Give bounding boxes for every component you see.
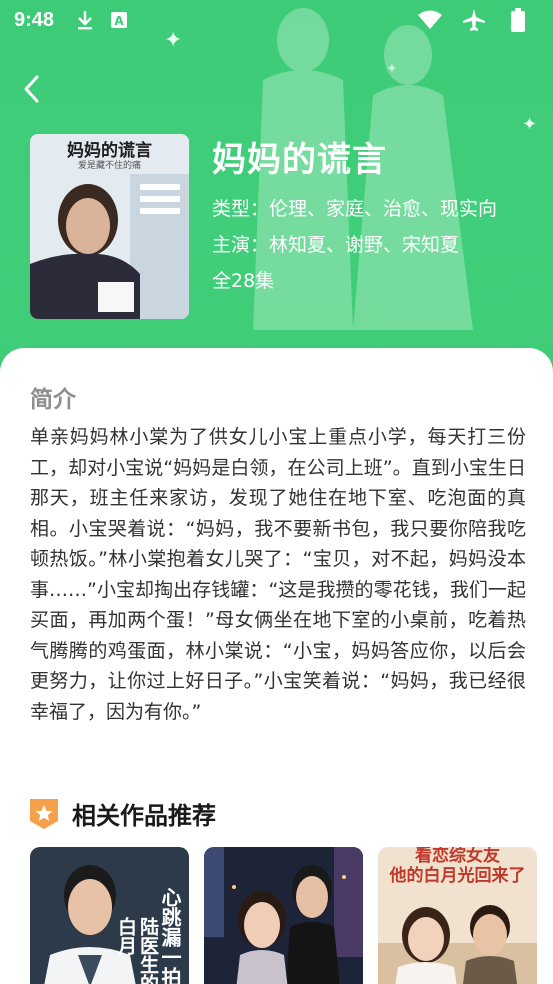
- recommendation-card[interactable]: 看恋综女友 他的白月光回来了: [378, 847, 537, 984]
- drama-genre: 类型：伦理、家庭、治愈、现实向: [212, 198, 498, 220]
- recommendation-card[interactable]: 心跳漏一拍 陆医生的白月: [30, 847, 189, 984]
- card-overlay-text: 心跳漏一拍: [158, 887, 182, 984]
- star-badge-icon: [30, 798, 58, 829]
- svg-text:A: A: [114, 14, 124, 28]
- drama-info: 妈妈的谎言 类型：伦理、家庭、治愈、现实向 主演：林知夏、谢野、宋知夏 全28集: [212, 132, 497, 299]
- recommendations-header: 相关作品推荐: [30, 796, 216, 831]
- synopsis-text: 单亲妈妈林小棠为了供女儿小宝上重点小学，每天打三份工，却对小宝说“妈妈是白领，在…: [30, 426, 526, 723]
- drama-cast: 主演：林知夏、谢野、宋知夏: [212, 234, 460, 256]
- battery-icon: [505, 7, 531, 33]
- status-time: 9:48: [14, 8, 55, 31]
- poster-subtitle: 爱是藏不住的痛: [77, 161, 141, 171]
- download-icon: [72, 7, 98, 33]
- hero-header: ✦ ✦ ✦ 9:48 A 妈妈的谎言 爱是藏不住的痛 妈妈的谎言 类型：伦理、家…: [0, 0, 553, 380]
- synopsis-heading: 简介: [30, 387, 76, 413]
- sparkle-icon: ✦: [386, 61, 398, 77]
- chevron-left-icon: [24, 75, 39, 103]
- drama-title: 妈妈的谎言: [212, 140, 387, 180]
- content-sheet: 简介 单亲妈妈林小棠为了供女儿小宝上重点小学，每天打三份工，却对小宝说“妈妈是白…: [0, 348, 553, 984]
- drama-poster: 妈妈的谎言 爱是藏不住的痛: [30, 134, 189, 319]
- app-a-icon: A: [106, 7, 132, 33]
- airplane-icon: [461, 7, 487, 33]
- card-overlay-text-2: 陆医生的白月: [115, 917, 159, 984]
- wifi-icon: [417, 7, 443, 33]
- recommendation-card[interactable]: [204, 847, 363, 984]
- card-overlay-text: 他的白月光回来了: [389, 866, 526, 886]
- back-button[interactable]: [14, 72, 48, 106]
- sparkle-icon: ✦: [522, 114, 538, 135]
- status-bar: 9:48 A: [0, 0, 553, 40]
- recommendations-heading: 相关作品推荐: [72, 802, 216, 830]
- drama-episodes: 全28集: [212, 270, 275, 292]
